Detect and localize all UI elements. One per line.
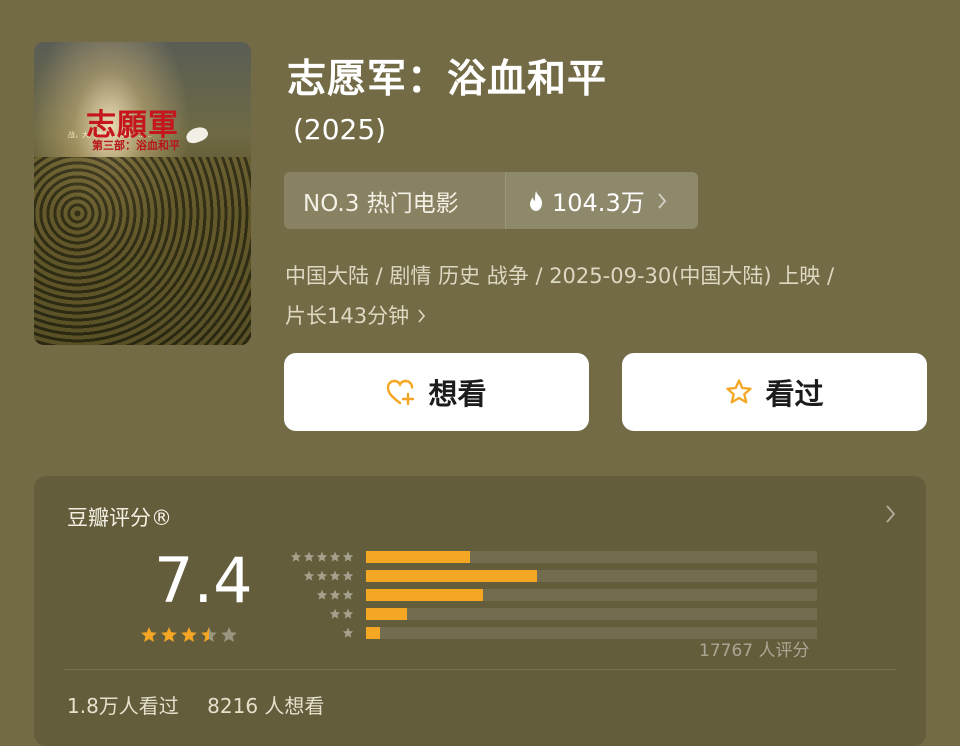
distribution-bar	[366, 626, 380, 639]
want-to-watch-button[interactable]: 想看	[284, 353, 589, 431]
distribution-bar-track	[366, 550, 817, 563]
rating-star-icon	[201, 627, 217, 642]
rating-star-icon	[181, 627, 197, 642]
runtime: 片长143分钟	[285, 304, 410, 328]
mini-star-icon	[290, 551, 302, 562]
poster-subtitle: 第三部：浴血和平	[92, 139, 180, 152]
seen-label: 看过	[765, 377, 824, 411]
distribution-bar-track	[366, 569, 817, 582]
distribution-stars	[278, 570, 354, 582]
mini-star-icon	[342, 589, 354, 600]
mini-star-icon	[342, 570, 354, 581]
want-count[interactable]: 8216 人想看	[207, 694, 324, 718]
mini-star-icon	[329, 589, 341, 600]
meta-line-2: 片长143分钟	[285, 296, 925, 336]
rank-box: NO.3 热门电影 104.3万	[284, 172, 698, 229]
mini-star-icon	[316, 589, 328, 600]
mini-star-icon	[329, 570, 341, 581]
distribution-stars	[278, 551, 354, 563]
chevron-right-icon	[658, 192, 666, 209]
divider	[64, 669, 896, 670]
movie-poster[interactable]: 战，大门敞开……打，…… 志願軍 第三部：浴血和平	[34, 42, 251, 345]
mini-star-icon	[316, 551, 328, 562]
distribution-stars	[278, 608, 354, 620]
hot-count: 104.3万	[552, 189, 645, 217]
movie-meta[interactable]: 中国大陆 / 剧情 历史 战争 / 2025-09-30(中国大陆) 上映 / …	[285, 256, 925, 336]
distribution-bar	[366, 607, 407, 620]
mini-star-icon	[329, 608, 341, 619]
chevron-right-icon[interactable]	[885, 504, 896, 524]
mini-star-icon	[316, 570, 328, 581]
rating-star-icon	[141, 627, 157, 642]
mini-star-icon	[342, 608, 354, 619]
rating-distribution	[278, 547, 817, 642]
rating-header: 豆瓣评分®	[67, 506, 172, 530]
movie-title: 志愿军：浴血和平	[287, 57, 608, 102]
distribution-row	[278, 585, 817, 604]
heart-plus-icon	[387, 379, 415, 406]
distribution-stars	[278, 627, 354, 639]
mini-star-icon	[342, 551, 354, 562]
hot-count-button[interactable]: 104.3万	[505, 172, 698, 229]
distribution-bar-track	[366, 588, 817, 601]
mini-star-icon	[303, 551, 315, 562]
flame-icon	[530, 190, 542, 211]
poster-crowd-art	[34, 157, 251, 345]
distribution-stars	[278, 589, 354, 601]
movie-year: (2025)	[293, 113, 387, 146]
watch-counts: 1.8万人看过 8216 人想看	[67, 690, 346, 719]
watched-button[interactable]: 看过	[622, 353, 927, 431]
distribution-bar	[366, 550, 470, 563]
mini-star-icon	[342, 627, 354, 638]
raters-count: 17767 人评分	[699, 641, 810, 661]
rating-star-icon	[161, 627, 177, 642]
distribution-row	[278, 547, 817, 566]
rating-score: 7.4	[154, 544, 253, 617]
rating-star-icon	[221, 627, 237, 642]
distribution-row	[278, 604, 817, 623]
seen-count[interactable]: 1.8万人看过	[67, 694, 179, 718]
meta-line-1: 中国大陆 / 剧情 历史 战争 / 2025-09-30(中国大陆) 上映 /	[285, 264, 835, 288]
rating-stars	[140, 626, 238, 644]
distribution-row	[278, 566, 817, 585]
distribution-bar	[366, 569, 538, 582]
chevron-right-icon	[418, 309, 426, 323]
star-icon	[726, 379, 753, 404]
distribution-bar-track	[366, 607, 817, 620]
want-label: 想看	[428, 377, 487, 411]
distribution-bar	[366, 588, 484, 601]
mini-star-icon	[303, 570, 315, 581]
mini-star-icon	[329, 551, 341, 562]
rating-card[interactable]: 豆瓣评分® 7.4 17767 人评分 1.8万人看过 8216 人想看	[34, 476, 926, 746]
poster-dove-art	[184, 124, 210, 146]
rank-label[interactable]: NO.3 热门电影	[284, 184, 505, 218]
